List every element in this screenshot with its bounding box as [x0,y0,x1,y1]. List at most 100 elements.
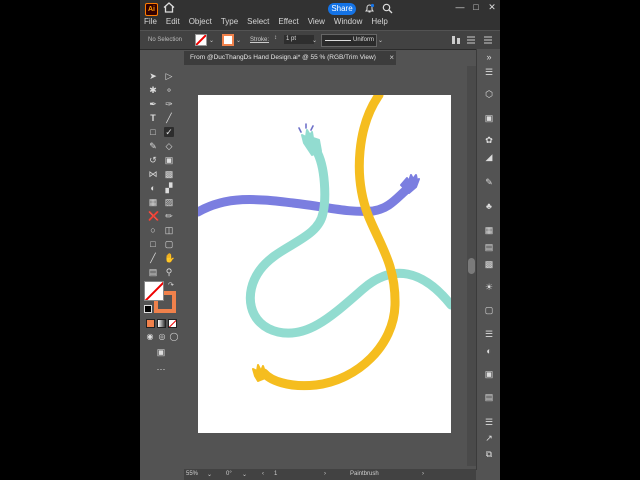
menu-object[interactable]: Object [189,17,212,26]
status-menu-icon[interactable]: › [422,471,424,477]
draw-behind-icon[interactable]: ◎ [157,332,167,342]
draw-inside-icon[interactable]: ◯ [169,332,179,342]
yellow-hand[interactable] [252,364,269,382]
artboard-number[interactable]: 1 [274,471,277,477]
slice-tool-icon[interactable]: ╱ [148,253,158,263]
properties-icon[interactable] [466,35,476,45]
pathfinder-panel-icon[interactable]: ▩ [484,259,494,269]
close-tab-icon[interactable]: × [389,53,394,62]
perspective-grid-tool-icon[interactable]: ▦ [148,197,158,207]
fill-swatch[interactable] [195,34,207,46]
links-panel-icon[interactable]: ▣ [484,369,494,379]
collapse-panels-icon[interactable]: » [484,52,494,62]
graph-tool-icon[interactable]: □ [148,239,158,249]
3d-panel-icon[interactable]: ⬡ [484,89,494,99]
chevron-down-icon[interactable]: ⌄ [242,471,247,478]
canvas-area[interactable] [187,66,477,468]
eyedropper-tool-icon[interactable]: ✏ [164,211,174,221]
stroke-panel-icon[interactable]: ☰ [484,329,494,339]
export-panel-icon[interactable]: ↗ [484,433,494,443]
magic-wand-tool-icon[interactable]: ✱ [148,85,158,95]
mesh-tool-icon[interactable]: ❌ [148,211,159,221]
print-tiling-tool-icon[interactable]: ▤ [148,267,158,277]
menu-help[interactable]: Help [371,17,387,26]
artboard-tool-icon[interactable]: ▢ [164,239,174,249]
mint-arm[interactable] [245,145,451,338]
chevron-down-icon[interactable]: ⌄ [209,37,214,44]
chevron-down-icon[interactable]: ⌄ [378,37,383,44]
chevron-down-icon[interactable]: ⌄ [312,37,317,44]
curvature-tool-icon[interactable]: ✑ [164,99,174,109]
menu-effect[interactable]: Effect [278,17,298,26]
menu-type[interactable]: Type [221,17,238,26]
align-panel-icon[interactable]: ▦ [484,225,494,235]
paintbrush-tool-icon[interactable]: ✓ [164,127,174,137]
pen-tool-icon[interactable]: ✒ [148,99,158,109]
search-icon[interactable] [382,3,393,14]
transparency-panel-icon[interactable]: ◐ [484,346,494,356]
artboards-panel-icon[interactable]: ⧉ [484,449,494,459]
prev-artboard-icon[interactable]: ‹ [262,471,264,477]
type-tool-icon[interactable]: T [148,113,158,123]
minimize-button[interactable]: — [452,0,468,14]
stroke-label[interactable]: Stroke: [250,37,269,43]
color-panel-icon[interactable]: ✿ [484,135,494,145]
swap-fill-stroke-icon[interactable]: ↷ [168,281,174,289]
line-tool-icon[interactable]: ╱ [164,113,174,123]
rotate-tool-icon[interactable]: ↺ [148,155,158,165]
shaper-tool-icon[interactable]: ✎ [148,141,158,151]
graphic-styles-panel-icon[interactable]: ▤ [484,392,494,402]
stroke-weight-field[interactable]: 1 pt [284,35,314,44]
maximize-button[interactable]: □ [468,0,484,14]
draw-normal-icon[interactable]: ◉ [145,332,155,342]
yellow-arm[interactable] [259,95,400,391]
more-tools-icon[interactable]: ⋯ [156,364,166,374]
symbols-panel-icon[interactable]: ♣ [484,201,494,211]
rotation-value[interactable]: 0° [226,471,232,477]
share-button[interactable]: Share [328,3,356,15]
document-tab[interactable]: From @DucThangDs Hand Design.ai* @ 55 % … [184,51,396,65]
align-panel-icon[interactable] [451,35,461,45]
selection-tool-icon[interactable]: ➤ [148,71,158,81]
home-icon[interactable] [163,2,175,13]
screen-mode-icon[interactable]: ▣ [156,347,166,357]
menu-select[interactable]: Select [247,17,269,26]
stroke-swatch[interactable] [222,34,234,46]
panel-menu-icon[interactable] [483,35,493,45]
purple-arm[interactable] [198,186,410,217]
stroke-profile-dropdown[interactable]: Uniform [321,34,377,47]
zoom-level[interactable]: 55% [186,471,198,477]
eraser-tool-icon[interactable]: ◇ [164,141,174,151]
live-paint-tool-icon[interactable]: ▞ [164,183,174,193]
fill-color-box[interactable] [144,281,164,301]
shape-builder-tool-icon[interactable]: ◐ [148,183,158,193]
properties-panel-icon[interactable]: ☰ [484,67,494,77]
close-window-button[interactable]: ✕ [484,0,500,14]
gradient-mode-icon[interactable] [157,319,166,328]
blend-tool-icon[interactable]: ○ [148,225,158,235]
libraries-panel-icon[interactable]: ▣ [484,113,494,123]
menu-view[interactable]: View [308,17,325,26]
next-artboard-icon[interactable]: › [324,471,326,477]
hand-tool-icon[interactable]: ✋ [164,253,175,263]
bell-icon[interactable] [364,3,375,14]
menu-window[interactable]: Window [334,17,362,26]
vertical-scrollbar[interactable] [467,66,476,466]
zoom-tool-icon[interactable]: ⚲ [164,267,174,277]
menu-file[interactable]: File [144,17,157,26]
gradient-tool-icon[interactable]: ▨ [164,197,174,207]
brushes-panel-icon[interactable]: ✎ [484,177,494,187]
artboard[interactable] [198,95,451,433]
width-tool-icon[interactable]: ⋈ [148,169,158,179]
direct-selection-tool-icon[interactable]: ▷ [164,71,174,81]
scale-tool-icon[interactable]: ▣ [164,155,174,165]
appearance-panel-icon[interactable]: ☀ [484,282,494,292]
free-transform-tool-icon[interactable]: ▩ [164,169,174,179]
lasso-tool-icon[interactable]: ⚬ [164,85,174,95]
chevron-down-icon[interactable]: ⌄ [207,471,212,478]
none-mode-icon[interactable] [168,319,177,328]
color-mode-icon[interactable] [146,319,155,328]
distribute-panel-icon[interactable]: ▤ [484,242,494,252]
menu-edit[interactable]: Edit [166,17,180,26]
chevron-down-icon[interactable]: ⌄ [236,37,241,44]
